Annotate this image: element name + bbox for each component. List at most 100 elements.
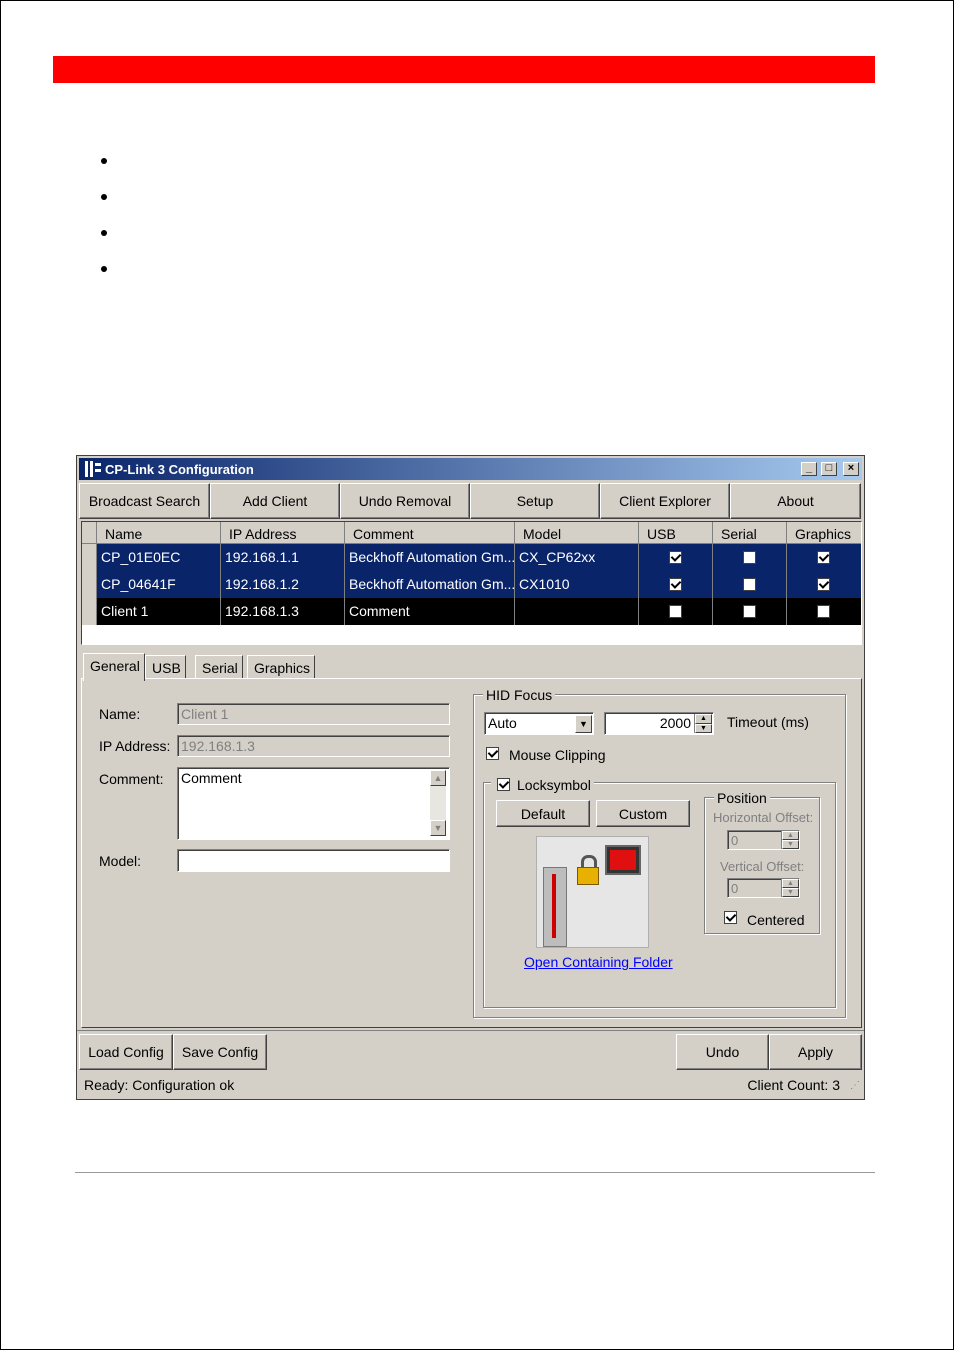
name-field[interactable]: Client 1: [177, 703, 450, 725]
cell-graphics: [787, 598, 861, 625]
col-comment[interactable]: Comment: [345, 522, 515, 544]
serial-checkbox[interactable]: [743, 578, 756, 591]
cp-link-config-window: CP-Link 3 Configuration _ □ × Broadcast …: [76, 455, 865, 1100]
table-row[interactable]: Client 1 192.168.1.3 Comment: [82, 598, 861, 625]
tab-usb[interactable]: USB: [145, 655, 186, 679]
grid-header: Name IP Address Comment Model USB Serial…: [82, 522, 861, 544]
default-button[interactable]: Default: [496, 800, 590, 827]
divider: [77, 1030, 864, 1031]
status-bar: Ready: Configuration ok Client Count: 3 …: [77, 1070, 864, 1099]
cell-model[interactable]: CX1010: [515, 571, 639, 598]
col-ip-address[interactable]: IP Address: [221, 522, 345, 544]
device-icon: [543, 867, 567, 947]
comment-textarea[interactable]: Comment: [177, 767, 450, 840]
cell-graphics: [787, 544, 861, 571]
cell-model[interactable]: CX_CP62xx: [515, 544, 639, 571]
col-serial[interactable]: Serial: [713, 522, 787, 544]
cell-comment[interactable]: Comment: [345, 598, 515, 625]
mouse-clipping-label: Mouse Clipping: [509, 747, 606, 763]
model-field[interactable]: [177, 849, 450, 872]
vertical-offset-spinner[interactable]: ▲ ▼: [781, 879, 799, 897]
row-header[interactable]: [82, 544, 97, 571]
centered-checkbox[interactable]: [724, 911, 737, 924]
serial-checkbox[interactable]: [743, 551, 756, 564]
table-row[interactable]: CP_04641F 192.168.1.2 Beckhoff Automation …: [82, 571, 861, 598]
undo-button[interactable]: Undo: [676, 1034, 769, 1070]
chevron-down-icon[interactable]: ▼: [575, 715, 592, 733]
graphics-checkbox[interactable]: [817, 578, 830, 591]
graphics-checkbox[interactable]: [817, 605, 830, 618]
col-graphics[interactable]: Graphics: [787, 522, 861, 544]
table-row[interactable]: CP_01E0EC 192.168.1.1 Beckhoff Automation …: [82, 544, 861, 571]
tab-graphics[interactable]: Graphics: [247, 655, 316, 679]
add-client-button[interactable]: Add Client: [210, 483, 340, 519]
ip-address-field[interactable]: 192.168.1.3: [177, 735, 450, 757]
hid-mode-value: Auto: [488, 715, 517, 731]
usb-checkbox[interactable]: [669, 605, 682, 618]
cell-name[interactable]: Client 1: [97, 598, 221, 625]
name-label: Name:: [99, 706, 141, 722]
cell-name[interactable]: CP_01E0EC: [97, 544, 221, 571]
ip-address-label: IP Address:: [99, 738, 171, 754]
maximize-icon[interactable]: □: [821, 462, 837, 476]
cell-graphics: [787, 571, 861, 598]
footer-rule: [75, 1172, 875, 1173]
cell-ip[interactable]: 192.168.1.3: [221, 598, 345, 625]
close-icon[interactable]: ×: [843, 462, 859, 476]
client-grid[interactable]: Name IP Address Comment Model USB Serial…: [81, 521, 862, 645]
locksymbol-checkbox[interactable]: [497, 778, 510, 791]
padlock-icon: [577, 855, 599, 885]
usb-checkbox[interactable]: [669, 551, 682, 564]
tab-serial[interactable]: Serial: [195, 655, 243, 679]
scroll-up-icon[interactable]: ▲: [430, 770, 446, 786]
load-config-button[interactable]: Load Config: [79, 1034, 173, 1070]
cell-usb: [639, 544, 713, 571]
undo-removal-button[interactable]: Undo Removal: [340, 483, 470, 519]
save-config-button[interactable]: Save Config: [173, 1034, 267, 1070]
client-count: Client Count: 3: [747, 1077, 840, 1093]
custom-button[interactable]: Custom: [596, 800, 690, 827]
cell-model[interactable]: [515, 598, 639, 625]
client-explorer-button[interactable]: Client Explorer: [600, 483, 730, 519]
tab-general[interactable]: General: [83, 653, 145, 681]
open-folder-link[interactable]: Open Containing Folder: [524, 954, 673, 970]
broadcast-search-button[interactable]: Broadcast Search: [79, 483, 210, 519]
vertical-offset-label: Vertical Offset:: [720, 859, 805, 874]
serial-checkbox[interactable]: [743, 605, 756, 618]
apply-button[interactable]: Apply: [769, 1034, 862, 1070]
horizontal-offset-spinner[interactable]: ▲ ▼: [781, 831, 799, 849]
cell-serial: [713, 598, 787, 625]
minimize-icon[interactable]: _: [801, 462, 817, 476]
comment-text: Comment: [181, 770, 242, 786]
row-header[interactable]: [82, 598, 97, 625]
cell-name[interactable]: CP_04641F: [97, 571, 221, 598]
title-bar[interactable]: CP-Link 3 Configuration _ □ ×: [79, 458, 862, 480]
scrollbar-track[interactable]: [430, 786, 446, 820]
setup-button[interactable]: Setup: [470, 483, 600, 519]
scroll-down-icon[interactable]: ▼: [430, 820, 446, 836]
comment-label: Comment:: [99, 771, 164, 787]
about-button[interactable]: About: [730, 483, 861, 519]
usb-checkbox[interactable]: [669, 578, 682, 591]
row-header[interactable]: [82, 571, 97, 598]
cell-ip[interactable]: 192.168.1.1: [221, 544, 345, 571]
resize-grip-icon[interactable]: ⋰: [850, 1080, 860, 1091]
col-usb[interactable]: USB: [639, 522, 713, 544]
cell-comment[interactable]: Beckhoff Automation Gm...: [345, 544, 515, 571]
timeout-spinner[interactable]: ▲ ▼: [694, 714, 712, 733]
centered-label: Centered: [747, 912, 805, 928]
header-red-bar: [53, 56, 875, 83]
window-title: CP-Link 3 Configuration: [105, 462, 254, 477]
app-icon: [85, 461, 101, 477]
col-model[interactable]: Model: [515, 522, 639, 544]
lock-preview-image: [536, 836, 649, 948]
timeout-label: Timeout (ms): [727, 714, 809, 730]
col-name[interactable]: Name: [97, 522, 221, 544]
cell-serial: [713, 571, 787, 598]
graphics-checkbox[interactable]: [817, 551, 830, 564]
cell-usb: [639, 598, 713, 625]
horizontal-offset-label: Horizontal Offset:: [713, 810, 814, 825]
mouse-clipping-checkbox[interactable]: [486, 747, 499, 760]
cell-comment[interactable]: Beckhoff Automation Gm...: [345, 571, 515, 598]
cell-ip[interactable]: 192.168.1.2: [221, 571, 345, 598]
